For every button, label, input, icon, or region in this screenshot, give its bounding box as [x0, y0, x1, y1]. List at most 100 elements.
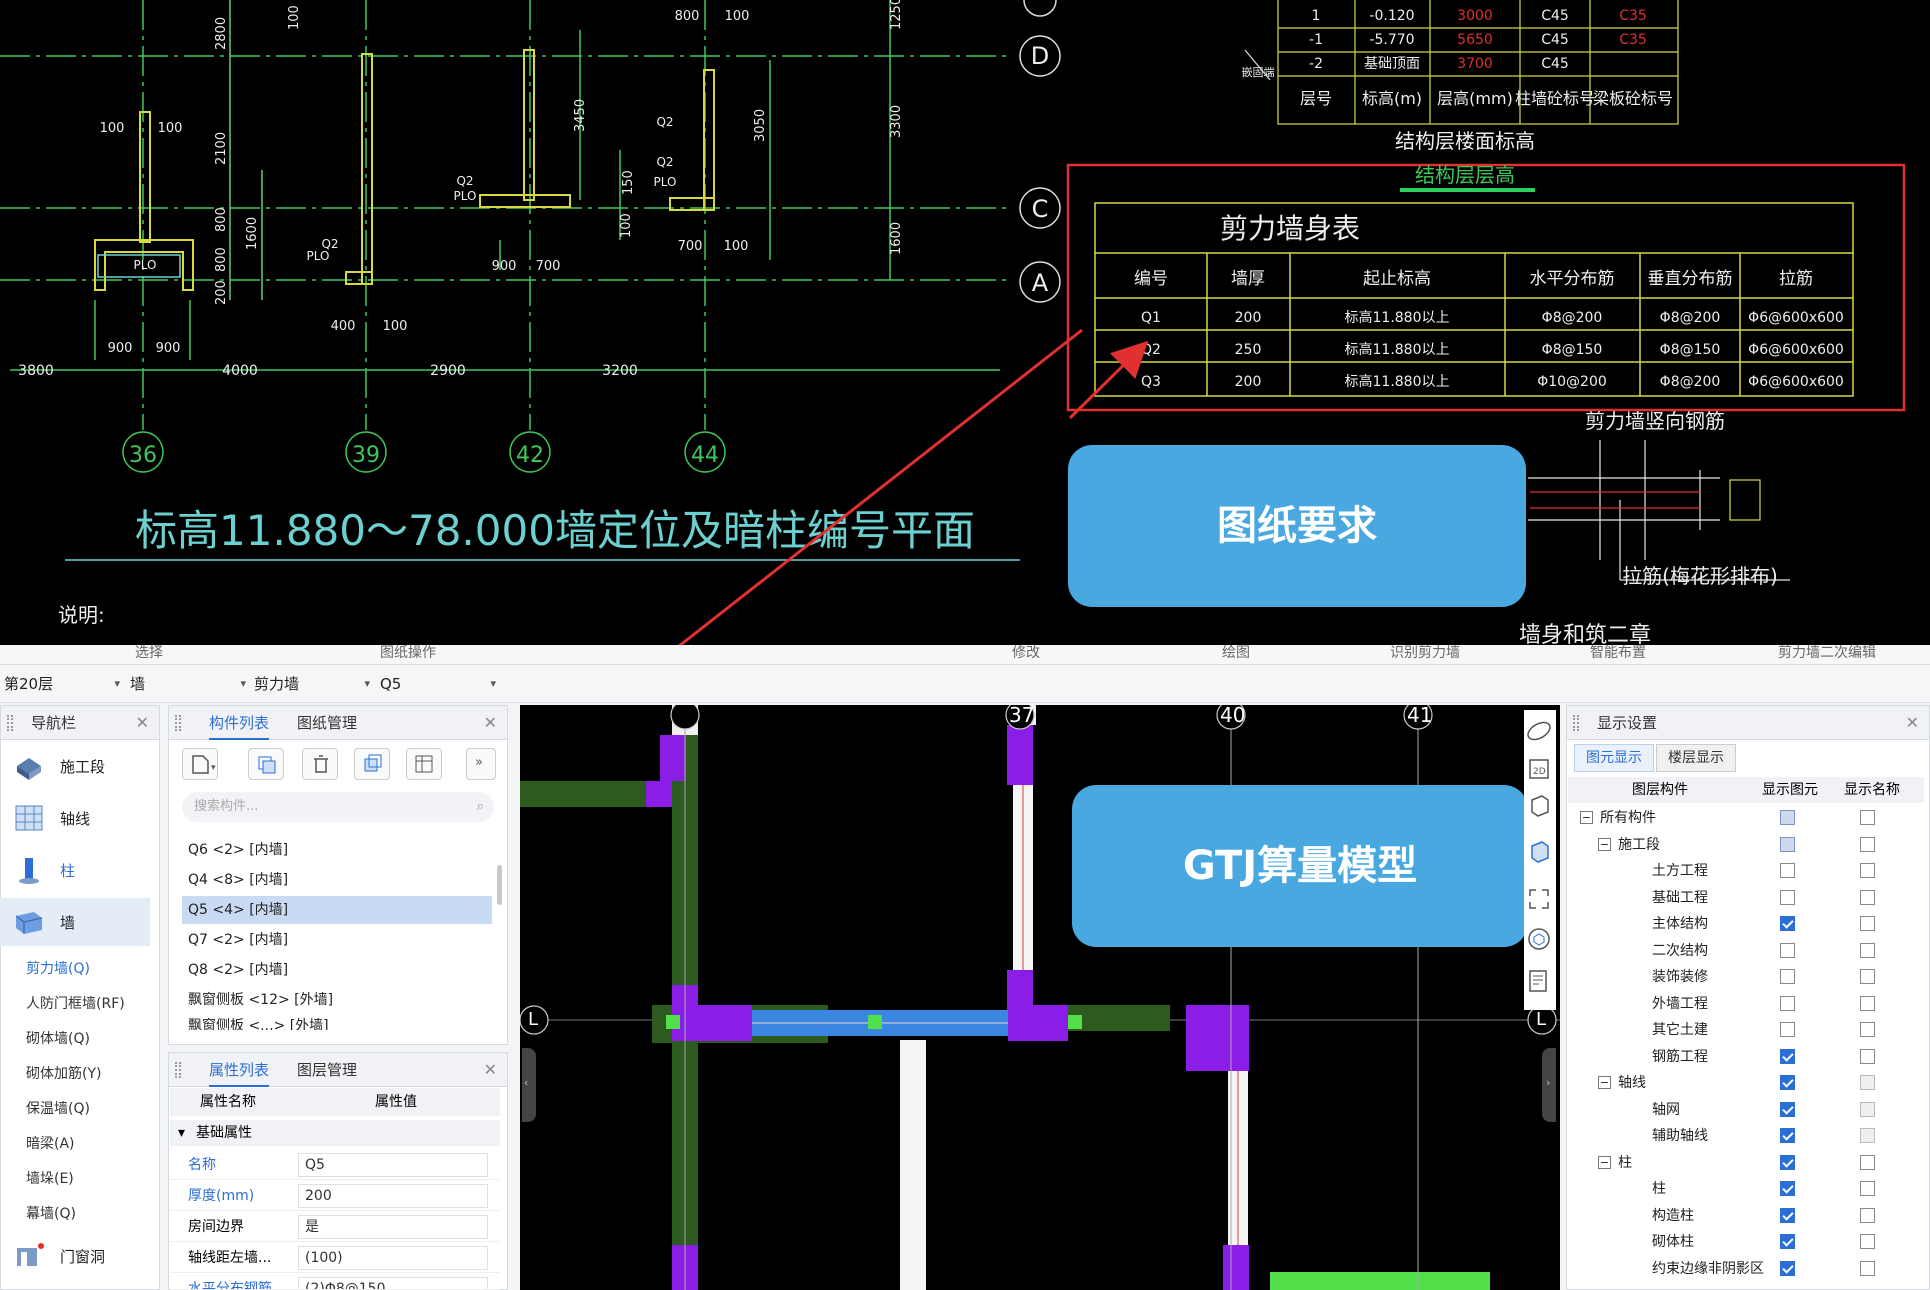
component-item[interactable]: 飘窗侧板 <12> [外墙] — [182, 986, 492, 1014]
tab-layer-management[interactable]: 图层管理 — [297, 1053, 357, 1087]
component-item[interactable]: Q6 <2> [内墙] — [182, 836, 492, 864]
collapse-toggle-icon[interactable]: − — [1580, 811, 1593, 824]
show-element-checkbox[interactable] — [1780, 1075, 1795, 1090]
show-name-checkbox[interactable] — [1860, 1234, 1875, 1249]
show-element-checkbox[interactable] — [1780, 810, 1795, 825]
show-name-checkbox[interactable] — [1860, 1260, 1875, 1276]
property-value[interactable]: (100) — [298, 1246, 488, 1270]
show-name-checkbox[interactable] — [1860, 810, 1875, 825]
show-name-checkbox[interactable] — [1860, 1022, 1875, 1037]
property-value[interactable]: (2)Φ8@150 — [298, 1277, 488, 1289]
sub-item-masonry-wall[interactable]: 砌体墙(Q) — [26, 1028, 90, 1048]
collapse-toggle-icon[interactable]: − — [1598, 837, 1611, 851]
show-name-checkbox[interactable] — [1860, 863, 1875, 878]
tab-floor-display[interactable]: 楼层显示 — [1656, 744, 1736, 772]
collapse-right-handle[interactable]: › — [1542, 1048, 1556, 1122]
sub-item-civil-defense-wall[interactable]: 人防门框墙(RF) — [26, 993, 125, 1013]
show-element-checkbox[interactable] — [1780, 836, 1795, 852]
show-name-checkbox[interactable] — [1860, 942, 1875, 958]
show-name-checkbox[interactable] — [1860, 1181, 1875, 1196]
more-button[interactable]: » — [466, 748, 496, 780]
type-selector[interactable]: 剪力墙 ▾ — [254, 672, 370, 696]
component-item[interactable]: 飘窗侧板 <...> [外墙] — [182, 1014, 492, 1030]
nav-item-axis[interactable]: 轴线 — [0, 794, 150, 842]
show-name-checkbox[interactable] — [1860, 916, 1875, 931]
delete-component-button[interactable] — [302, 748, 338, 780]
component-selector[interactable]: Q5 ▾ — [380, 672, 496, 696]
tab-drawing-management[interactable]: 图纸管理 — [297, 706, 357, 740]
collapse-left-handle[interactable]: ‹ — [522, 1048, 536, 1122]
nav-item-column[interactable]: 柱 — [0, 846, 150, 894]
sub-item-hidden-beam[interactable]: 暗梁(A) — [26, 1133, 75, 1153]
dynamic-view-icon[interactable] — [1524, 836, 1554, 866]
orbit-icon[interactable] — [1524, 716, 1554, 746]
show-element-checkbox[interactable] — [1780, 1022, 1795, 1037]
show-name-checkbox[interactable] — [1860, 969, 1875, 984]
show-name-checkbox[interactable] — [1860, 1154, 1875, 1170]
display-settings-icon[interactable] — [1524, 966, 1554, 996]
show-name-checkbox[interactable] — [1860, 836, 1875, 852]
show-element-checkbox[interactable] — [1780, 1234, 1795, 1249]
view-2d-icon[interactable]: 2D — [1524, 754, 1554, 784]
nav-item-door-window[interactable]: 门窗洞 — [0, 1232, 150, 1280]
show-name-checkbox[interactable] — [1860, 1101, 1875, 1117]
component-property-button[interactable] — [406, 748, 442, 780]
show-element-checkbox[interactable] — [1780, 1207, 1795, 1223]
drag-handle-icon[interactable] — [175, 715, 181, 731]
property-value[interactable]: 200 — [298, 1184, 488, 1208]
show-element-checkbox[interactable] — [1780, 863, 1795, 878]
sub-item-shear-wall[interactable]: 剪力墙(Q) — [26, 958, 90, 978]
view-cube-icon[interactable] — [1524, 924, 1554, 954]
property-value[interactable]: Q5 — [298, 1153, 488, 1177]
sub-item-wall-pier[interactable]: 墙垛(E) — [26, 1168, 74, 1188]
floor-selector[interactable]: 第20层 ▾ — [4, 672, 120, 696]
tab-property-list[interactable]: 属性列表 — [209, 1053, 270, 1087]
drag-handle-icon[interactable] — [1573, 715, 1579, 731]
copy-component-button[interactable] — [248, 748, 284, 780]
show-name-checkbox[interactable] — [1860, 1128, 1875, 1143]
tab-component-list[interactable]: 构件列表 — [209, 706, 270, 740]
nav-item-wall[interactable]: 墙 — [0, 898, 150, 946]
layer-copy-button[interactable] — [354, 748, 390, 780]
component-item[interactable]: Q7 <2> [内墙] — [182, 926, 492, 954]
show-name-checkbox[interactable] — [1860, 1075, 1875, 1090]
show-element-checkbox[interactable] — [1780, 942, 1795, 958]
drag-handle-icon[interactable] — [175, 1062, 181, 1078]
zoom-extents-icon[interactable] — [1524, 884, 1554, 914]
sub-item-masonry-reinforcement[interactable]: 砌体加筋(Y) — [26, 1063, 101, 1083]
show-element-checkbox[interactable] — [1780, 1154, 1795, 1170]
show-name-checkbox[interactable] — [1860, 889, 1875, 905]
collapse-toggle-icon[interactable]: − — [1598, 1155, 1611, 1169]
show-element-checkbox[interactable] — [1780, 1181, 1795, 1196]
drag-handle-icon[interactable] — [7, 715, 13, 731]
show-name-checkbox[interactable] — [1860, 1048, 1875, 1064]
collapse-toggle-icon[interactable]: − — [1598, 1076, 1611, 1089]
list-scrollbar[interactable] — [497, 865, 502, 905]
show-name-checkbox[interactable] — [1860, 995, 1875, 1011]
view-3d-icon[interactable] — [1524, 790, 1554, 820]
sub-item-insulation-wall[interactable]: 保温墙(Q) — [26, 1098, 90, 1118]
close-icon[interactable]: ✕ — [136, 713, 149, 732]
component-item[interactable]: Q4 <8> [内墙] — [182, 866, 492, 894]
property-group[interactable]: ▾ 基础属性 — [170, 1120, 500, 1146]
close-icon[interactable]: ✕ — [484, 1060, 497, 1079]
close-icon[interactable]: ✕ — [1906, 713, 1919, 732]
show-element-checkbox[interactable] — [1780, 1128, 1795, 1143]
show-element-checkbox[interactable] — [1780, 969, 1795, 984]
show-element-checkbox[interactable] — [1780, 889, 1795, 905]
show-element-checkbox[interactable] — [1780, 1260, 1795, 1276]
nav-item-construction-section[interactable]: 施工段 — [0, 742, 150, 790]
new-component-button[interactable]: ▾ — [182, 748, 218, 780]
show-element-checkbox[interactable] — [1780, 1048, 1795, 1064]
show-element-checkbox[interactable] — [1780, 995, 1795, 1011]
tab-element-display[interactable]: 图元显示 — [1574, 744, 1654, 772]
category-selector[interactable]: 墙 ▾ — [130, 672, 246, 696]
search-input[interactable]: 搜索构件... ⌕ — [182, 792, 494, 822]
show-element-checkbox[interactable] — [1780, 916, 1795, 931]
close-icon[interactable]: ✕ — [484, 713, 497, 732]
property-value[interactable]: 是 — [298, 1215, 488, 1239]
show-name-checkbox[interactable] — [1860, 1207, 1875, 1223]
component-item[interactable]: Q8 <2> [内墙] — [182, 956, 492, 984]
show-element-checkbox[interactable] — [1780, 1101, 1795, 1117]
sub-item-curtain-wall[interactable]: 幕墙(Q) — [26, 1203, 76, 1223]
